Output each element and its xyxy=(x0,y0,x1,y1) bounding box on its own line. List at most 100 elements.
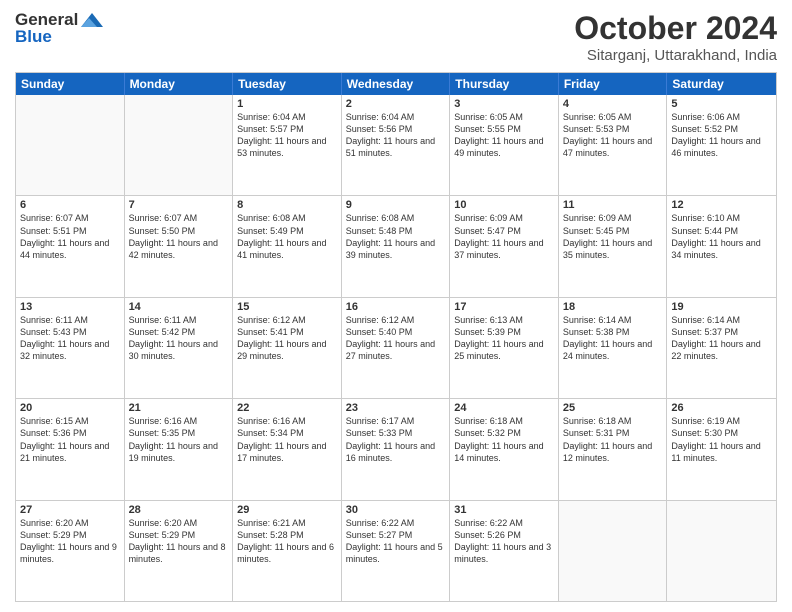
cell-info: Sunrise: 6:05 AMSunset: 5:53 PMDaylight:… xyxy=(563,111,663,160)
cal-row-3: 20Sunrise: 6:15 AMSunset: 5:36 PMDayligh… xyxy=(16,398,776,499)
cell-info: Sunrise: 6:22 AMSunset: 5:26 PMDaylight:… xyxy=(454,517,554,566)
day-number: 11 xyxy=(563,199,663,211)
cell-info: Sunrise: 6:18 AMSunset: 5:31 PMDaylight:… xyxy=(563,415,663,464)
cal-header-wednesday: Wednesday xyxy=(342,73,451,95)
day-number: 24 xyxy=(454,402,554,414)
day-number: 8 xyxy=(237,199,337,211)
cal-cell: 11Sunrise: 6:09 AMSunset: 5:45 PMDayligh… xyxy=(559,196,668,296)
header: General Blue October 2024 Sitarganj, Utt… xyxy=(15,10,777,64)
cal-cell: 21Sunrise: 6:16 AMSunset: 5:35 PMDayligh… xyxy=(125,399,234,499)
cell-info: Sunrise: 6:11 AMSunset: 5:43 PMDaylight:… xyxy=(20,314,120,363)
day-number: 20 xyxy=(20,402,120,414)
page: General Blue October 2024 Sitarganj, Utt… xyxy=(0,0,792,612)
calendar: SundayMondayTuesdayWednesdayThursdayFrid… xyxy=(15,72,777,602)
day-number: 21 xyxy=(129,402,229,414)
cell-info: Sunrise: 6:10 AMSunset: 5:44 PMDaylight:… xyxy=(671,212,772,261)
cal-cell: 17Sunrise: 6:13 AMSunset: 5:39 PMDayligh… xyxy=(450,298,559,398)
cal-cell xyxy=(125,95,234,195)
cell-info: Sunrise: 6:13 AMSunset: 5:39 PMDaylight:… xyxy=(454,314,554,363)
cal-cell: 20Sunrise: 6:15 AMSunset: 5:36 PMDayligh… xyxy=(16,399,125,499)
cal-cell: 2Sunrise: 6:04 AMSunset: 5:56 PMDaylight… xyxy=(342,95,451,195)
cal-row-1: 6Sunrise: 6:07 AMSunset: 5:51 PMDaylight… xyxy=(16,195,776,296)
cell-info: Sunrise: 6:04 AMSunset: 5:57 PMDaylight:… xyxy=(237,111,337,160)
cal-cell: 6Sunrise: 6:07 AMSunset: 5:51 PMDaylight… xyxy=(16,196,125,296)
cal-cell: 13Sunrise: 6:11 AMSunset: 5:43 PMDayligh… xyxy=(16,298,125,398)
day-number: 19 xyxy=(671,301,772,313)
cal-cell: 22Sunrise: 6:16 AMSunset: 5:34 PMDayligh… xyxy=(233,399,342,499)
day-number: 17 xyxy=(454,301,554,313)
cell-info: Sunrise: 6:22 AMSunset: 5:27 PMDaylight:… xyxy=(346,517,446,566)
cell-info: Sunrise: 6:15 AMSunset: 5:36 PMDaylight:… xyxy=(20,415,120,464)
cal-row-2: 13Sunrise: 6:11 AMSunset: 5:43 PMDayligh… xyxy=(16,297,776,398)
cell-info: Sunrise: 6:20 AMSunset: 5:29 PMDaylight:… xyxy=(129,517,229,566)
cell-info: Sunrise: 6:12 AMSunset: 5:40 PMDaylight:… xyxy=(346,314,446,363)
cal-cell: 10Sunrise: 6:09 AMSunset: 5:47 PMDayligh… xyxy=(450,196,559,296)
cell-info: Sunrise: 6:20 AMSunset: 5:29 PMDaylight:… xyxy=(20,517,120,566)
cell-info: Sunrise: 6:09 AMSunset: 5:45 PMDaylight:… xyxy=(563,212,663,261)
calendar-header: SundayMondayTuesdayWednesdayThursdayFrid… xyxy=(16,73,776,95)
cal-cell: 27Sunrise: 6:20 AMSunset: 5:29 PMDayligh… xyxy=(16,501,125,601)
cell-info: Sunrise: 6:08 AMSunset: 5:48 PMDaylight:… xyxy=(346,212,446,261)
cell-info: Sunrise: 6:07 AMSunset: 5:50 PMDaylight:… xyxy=(129,212,229,261)
day-number: 29 xyxy=(237,504,337,516)
day-number: 4 xyxy=(563,98,663,110)
day-number: 9 xyxy=(346,199,446,211)
cal-cell: 16Sunrise: 6:12 AMSunset: 5:40 PMDayligh… xyxy=(342,298,451,398)
day-number: 31 xyxy=(454,504,554,516)
day-number: 3 xyxy=(454,98,554,110)
cal-cell: 9Sunrise: 6:08 AMSunset: 5:48 PMDaylight… xyxy=(342,196,451,296)
cell-info: Sunrise: 6:16 AMSunset: 5:34 PMDaylight:… xyxy=(237,415,337,464)
cal-cell: 26Sunrise: 6:19 AMSunset: 5:30 PMDayligh… xyxy=(667,399,776,499)
cell-info: Sunrise: 6:04 AMSunset: 5:56 PMDaylight:… xyxy=(346,111,446,160)
day-number: 7 xyxy=(129,199,229,211)
cal-cell xyxy=(559,501,668,601)
logo-blue-text: Blue xyxy=(15,27,52,47)
cal-cell: 31Sunrise: 6:22 AMSunset: 5:26 PMDayligh… xyxy=(450,501,559,601)
cal-cell: 3Sunrise: 6:05 AMSunset: 5:55 PMDaylight… xyxy=(450,95,559,195)
cal-cell: 12Sunrise: 6:10 AMSunset: 5:44 PMDayligh… xyxy=(667,196,776,296)
cal-cell: 18Sunrise: 6:14 AMSunset: 5:38 PMDayligh… xyxy=(559,298,668,398)
cell-info: Sunrise: 6:06 AMSunset: 5:52 PMDaylight:… xyxy=(671,111,772,160)
cal-cell: 15Sunrise: 6:12 AMSunset: 5:41 PMDayligh… xyxy=(233,298,342,398)
day-number: 18 xyxy=(563,301,663,313)
cal-header-friday: Friday xyxy=(559,73,668,95)
day-number: 13 xyxy=(20,301,120,313)
cell-info: Sunrise: 6:19 AMSunset: 5:30 PMDaylight:… xyxy=(671,415,772,464)
day-number: 28 xyxy=(129,504,229,516)
day-number: 30 xyxy=(346,504,446,516)
cell-info: Sunrise: 6:14 AMSunset: 5:37 PMDaylight:… xyxy=(671,314,772,363)
day-number: 16 xyxy=(346,301,446,313)
cell-info: Sunrise: 6:21 AMSunset: 5:28 PMDaylight:… xyxy=(237,517,337,566)
cal-cell: 8Sunrise: 6:08 AMSunset: 5:49 PMDaylight… xyxy=(233,196,342,296)
cal-row-4: 27Sunrise: 6:20 AMSunset: 5:29 PMDayligh… xyxy=(16,500,776,601)
day-number: 14 xyxy=(129,301,229,313)
cal-cell: 29Sunrise: 6:21 AMSunset: 5:28 PMDayligh… xyxy=(233,501,342,601)
day-number: 12 xyxy=(671,199,772,211)
cal-cell: 28Sunrise: 6:20 AMSunset: 5:29 PMDayligh… xyxy=(125,501,234,601)
cell-info: Sunrise: 6:07 AMSunset: 5:51 PMDaylight:… xyxy=(20,212,120,261)
cell-info: Sunrise: 6:16 AMSunset: 5:35 PMDaylight:… xyxy=(129,415,229,464)
cal-header-tuesday: Tuesday xyxy=(233,73,342,95)
cal-cell: 1Sunrise: 6:04 AMSunset: 5:57 PMDaylight… xyxy=(233,95,342,195)
cell-info: Sunrise: 6:17 AMSunset: 5:33 PMDaylight:… xyxy=(346,415,446,464)
cell-info: Sunrise: 6:11 AMSunset: 5:42 PMDaylight:… xyxy=(129,314,229,363)
cell-info: Sunrise: 6:14 AMSunset: 5:38 PMDaylight:… xyxy=(563,314,663,363)
day-number: 27 xyxy=(20,504,120,516)
cal-header-thursday: Thursday xyxy=(450,73,559,95)
title-block: October 2024 Sitarganj, Uttarakhand, Ind… xyxy=(574,10,777,64)
month-title: October 2024 xyxy=(574,10,777,47)
cal-header-saturday: Saturday xyxy=(667,73,776,95)
day-number: 2 xyxy=(346,98,446,110)
cal-cell: 19Sunrise: 6:14 AMSunset: 5:37 PMDayligh… xyxy=(667,298,776,398)
cal-header-sunday: Sunday xyxy=(16,73,125,95)
cal-row-0: 1Sunrise: 6:04 AMSunset: 5:57 PMDaylight… xyxy=(16,95,776,195)
cal-cell xyxy=(667,501,776,601)
cal-cell: 23Sunrise: 6:17 AMSunset: 5:33 PMDayligh… xyxy=(342,399,451,499)
cal-cell: 24Sunrise: 6:18 AMSunset: 5:32 PMDayligh… xyxy=(450,399,559,499)
cell-info: Sunrise: 6:09 AMSunset: 5:47 PMDaylight:… xyxy=(454,212,554,261)
cal-cell: 25Sunrise: 6:18 AMSunset: 5:31 PMDayligh… xyxy=(559,399,668,499)
cell-info: Sunrise: 6:18 AMSunset: 5:32 PMDaylight:… xyxy=(454,415,554,464)
day-number: 23 xyxy=(346,402,446,414)
cal-header-monday: Monday xyxy=(125,73,234,95)
cell-info: Sunrise: 6:12 AMSunset: 5:41 PMDaylight:… xyxy=(237,314,337,363)
